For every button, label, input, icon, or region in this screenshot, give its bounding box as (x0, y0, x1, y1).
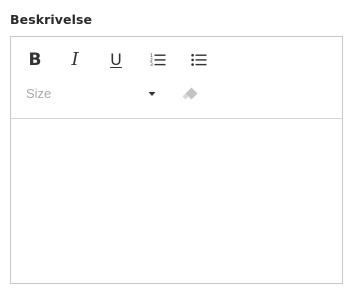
editor-content-area[interactable] (11, 119, 342, 283)
font-size-select[interactable]: Size (23, 83, 157, 105)
unordered-list-icon (191, 53, 207, 66)
ordered-list-button[interactable]: 1 2 3 (146, 49, 170, 71)
italic-button[interactable]: I (63, 49, 87, 71)
field-label: Beskrivelse (10, 12, 93, 27)
bold-icon: B (28, 49, 42, 70)
svg-text:3: 3 (150, 62, 153, 67)
font-size-value: Size (26, 86, 52, 101)
caret-down-icon (148, 92, 156, 96)
unordered-list-button[interactable] (187, 49, 211, 71)
clear-formatting-button[interactable] (178, 83, 202, 105)
underline-button[interactable]: U (104, 49, 128, 71)
bold-button[interactable]: B (23, 49, 47, 71)
ordered-list-icon: 1 2 3 (150, 53, 166, 67)
rich-text-editor: B I U 1 2 3 Size (10, 36, 343, 284)
editor-toolbar: B I U 1 2 3 Size (11, 37, 342, 119)
italic-icon: I (71, 49, 79, 70)
eraser-icon (182, 87, 198, 100)
underline-icon: U (110, 50, 122, 69)
